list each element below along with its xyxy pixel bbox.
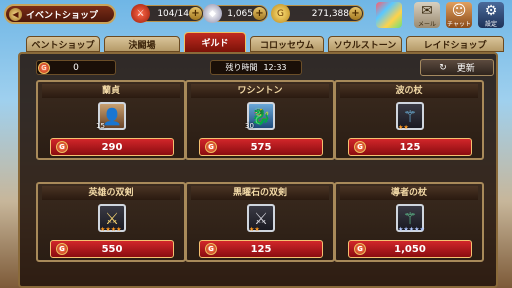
twin-swords-icon: ⚔ ★★★★ <box>98 204 126 233</box>
item-level: 30 <box>245 122 254 130</box>
chat-icon: ☺ <box>451 3 467 19</box>
shop-tabs: ベントショップ 決闘場 ギルド コロッセウム ソウルストーン レイドショップ <box>26 32 512 54</box>
stamina-icon: ⚔ <box>131 4 150 23</box>
item-name: 蘭貞 <box>42 84 180 98</box>
shop-item-card[interactable]: 英雄の双剣 ⚔ ★★★★ G 550 <box>36 182 186 262</box>
item-stars: ★★★★ <box>100 226 122 233</box>
mail-button[interactable]: ✉ メール <box>414 2 440 28</box>
tab-raid-shop[interactable]: レイドショップ <box>406 36 504 52</box>
mail-label: メール <box>417 21 436 28</box>
app-logo-icon[interactable] <box>376 2 402 28</box>
tab-duel[interactable]: 決闘場 <box>104 36 180 52</box>
item-price: 290 <box>101 141 123 153</box>
item-price: 125 <box>250 243 272 255</box>
tab-soulstone[interactable]: ソウルストーン <box>328 36 402 52</box>
guild-coin-icon: G <box>56 243 68 255</box>
refresh-timer: 残り時間 12:33 <box>210 60 302 75</box>
shop-item-card[interactable]: 導者の杖 ⚚ ★★★★★ G 1,050 <box>334 182 484 262</box>
item-level: 15 <box>96 122 105 130</box>
shop-item-card[interactable]: 黒曜石の双剣 ⚔ ★★ G 125 <box>185 182 335 262</box>
add-gem-button[interactable]: + <box>253 7 266 20</box>
item-price: 125 <box>399 141 421 153</box>
refresh-button[interactable]: ↻ 更新 <box>420 59 494 76</box>
chat-label: チャット <box>447 21 471 28</box>
item-stars: ★★ <box>398 124 409 131</box>
guild-coin-icon: G <box>56 141 68 153</box>
gold-counter: G 271,388 + <box>271 4 364 23</box>
item-name: 波の杖 <box>340 84 478 98</box>
dragon-portrait-icon: 🐉 30 <box>245 102 275 130</box>
add-stamina-button[interactable]: + <box>189 7 202 20</box>
guild-coin-icon: G <box>354 141 366 153</box>
stamina-counter: ⚔ 104/14 + <box>131 4 204 23</box>
tab-guild[interactable]: ギルド <box>184 32 246 53</box>
item-stars: ★★ <box>249 226 260 233</box>
guild-coin-icon: G <box>205 243 217 255</box>
buy-button[interactable]: G 1,050 <box>348 240 472 258</box>
staff-icon: ⚚ ★★ <box>396 102 424 131</box>
back-arrow-icon: ◀ <box>9 8 22 21</box>
back-label: イベントショップ <box>26 10 99 21</box>
gear-icon: ⚙ <box>484 3 498 19</box>
chat-button[interactable]: ☺ チャット <box>446 2 472 28</box>
gold-coin-icon: G <box>271 4 290 23</box>
shop-item-card[interactable]: ワシントン 🐉 30 G 575 <box>185 80 335 160</box>
guild-coin-icon: G <box>38 62 50 74</box>
buy-button[interactable]: G 575 <box>199 138 323 156</box>
guild-coin-value: 0 <box>73 62 79 73</box>
timer-label: 残り時間 <box>225 63 258 72</box>
tab-event-shop[interactable]: ベントショップ <box>26 36 100 52</box>
timer-value: 12:33 <box>263 63 287 72</box>
gem-counter: ◆ 1,065 + <box>203 4 268 23</box>
back-button[interactable]: ◀ イベントショップ <box>4 4 116 24</box>
item-name: 英雄の双剣 <box>42 186 180 200</box>
shop-item-card[interactable]: 波の杖 ⚚ ★★ G 125 <box>334 80 484 160</box>
refresh-icon: ↻ <box>439 62 447 73</box>
top-bar: ◀ イベントショップ ⚔ 104/14 + ◆ 1,065 + G 271,38… <box>0 0 512 30</box>
item-name: 黒曜石の双剣 <box>191 186 329 200</box>
buy-button[interactable]: G 290 <box>50 138 174 156</box>
shop-item-card[interactable]: 蘭貞 👤 15 G 290 <box>36 80 186 160</box>
obsidian-swords-icon: ⚔ ★★ <box>247 204 275 233</box>
item-name: 導者の杖 <box>340 186 478 200</box>
buy-button[interactable]: G 125 <box>199 240 323 258</box>
tab-colosseum[interactable]: コロッセウム <box>250 36 324 52</box>
hero-portrait-icon: 👤 15 <box>96 102 126 130</box>
item-price: 550 <box>101 243 123 255</box>
add-gold-button[interactable]: + <box>349 7 362 20</box>
item-price: 575 <box>250 141 272 153</box>
item-stars: ★★★★★ <box>398 226 425 233</box>
guild-coin-icon: G <box>354 243 366 255</box>
buy-button[interactable]: G 125 <box>348 138 472 156</box>
guide-staff-icon: ⚚ ★★★★★ <box>396 204 425 233</box>
settings-button[interactable]: ⚙ 設定 <box>478 2 504 28</box>
guild-shop-panel: G 0 残り時間 12:33 ↻ 更新 蘭貞 👤 15 G 290 ワシントン … <box>18 52 498 288</box>
refresh-label: 更新 <box>456 64 475 74</box>
guild-coin-balance: G 0 <box>36 60 116 75</box>
settings-label: 設定 <box>484 21 497 28</box>
mail-icon: ✉ <box>421 3 433 19</box>
gem-icon: ◆ <box>203 4 222 23</box>
buy-button[interactable]: G 550 <box>50 240 174 258</box>
guild-coin-icon: G <box>205 141 217 153</box>
item-price: 1,050 <box>394 243 426 255</box>
item-name: ワシントン <box>191 84 329 98</box>
